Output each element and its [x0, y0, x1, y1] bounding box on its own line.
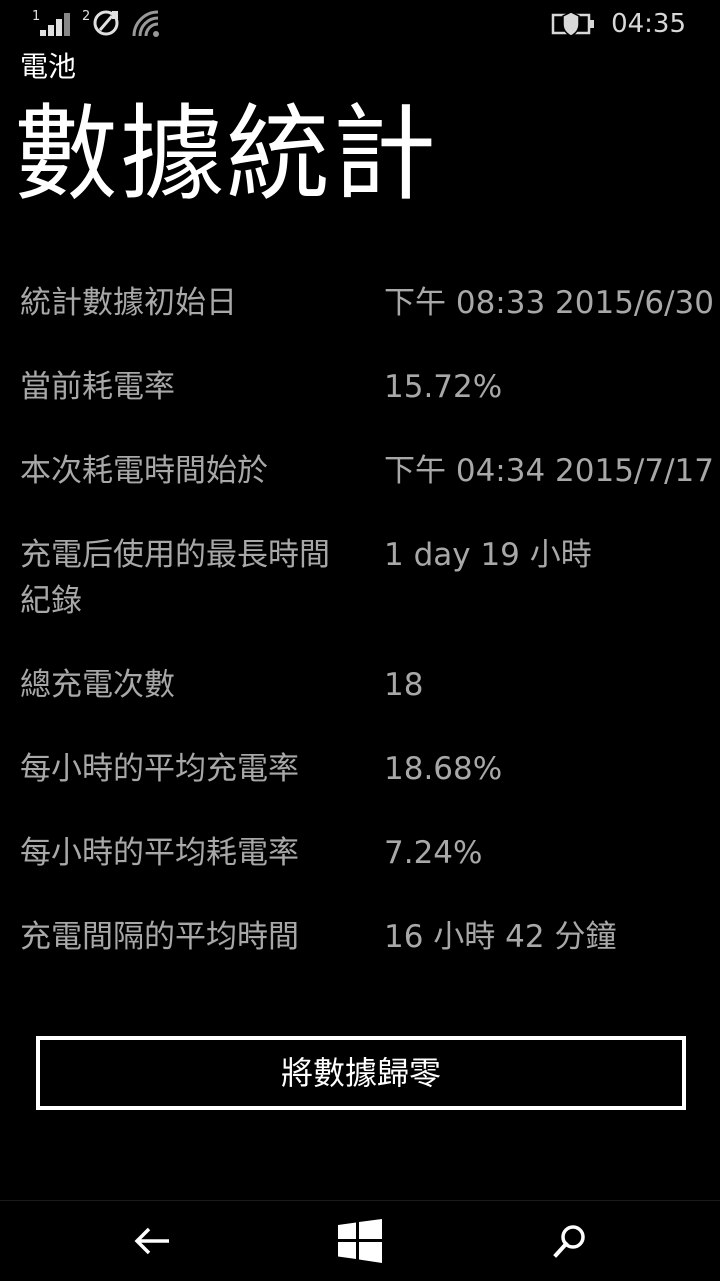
battery-saver-icon: [551, 11, 595, 37]
sim2-label: 2: [82, 9, 90, 24]
stat-label: 統計數據初始日: [20, 285, 237, 321]
stat-value: 下午 04:34 2015/7/17: [384, 453, 714, 489]
stat-value: 15.72%: [384, 369, 503, 405]
stat-label: 總充電次數: [20, 667, 175, 703]
signal-bars-icon: 1: [32, 9, 70, 36]
windows-start-icon: [338, 1219, 382, 1263]
status-time: 04:35: [611, 9, 686, 39]
status-bar: 1 2 04:35: [0, 0, 720, 48]
stat-value: 16 小時 42 分鐘: [384, 919, 617, 955]
stat-value: 1 day 19 小時: [384, 537, 592, 573]
stat-label: 充電間隔的平均時間: [20, 919, 299, 955]
sim2-data-icon: 2: [82, 9, 119, 36]
status-bar-right: 04:35: [551, 8, 686, 40]
sim1-label: 1: [32, 9, 40, 24]
back-arrow-icon: [134, 1227, 169, 1255]
wifi-icon: [132, 10, 159, 37]
app-title: 電池: [20, 50, 77, 83]
stat-label: 本次耗電時間始於: [20, 453, 268, 489]
stat-label: 每小時的平均充電率: [20, 751, 299, 787]
stat-label: 每小時的平均耗電率: [20, 835, 299, 871]
back-button[interactable]: [93, 1201, 213, 1281]
reset-stats-button[interactable]: 將數據歸零: [36, 1036, 686, 1110]
stat-label: 充電后使用的最長時間紀錄: [20, 537, 330, 619]
stat-value: 下午 08:33 2015/6/30: [384, 285, 714, 321]
stat-value: 7.24%: [384, 835, 483, 871]
navigation-bar: [0, 1200, 720, 1281]
stat-value: 18: [384, 667, 424, 703]
search-button[interactable]: [510, 1201, 630, 1281]
start-button[interactable]: [300, 1201, 420, 1281]
search-icon: [553, 1225, 585, 1258]
status-bar-left: 1 2: [32, 8, 164, 38]
stat-value: 18.68%: [384, 751, 503, 787]
stat-label: 當前耗電率: [20, 369, 175, 405]
page-title: 數據統計: [14, 93, 439, 215]
